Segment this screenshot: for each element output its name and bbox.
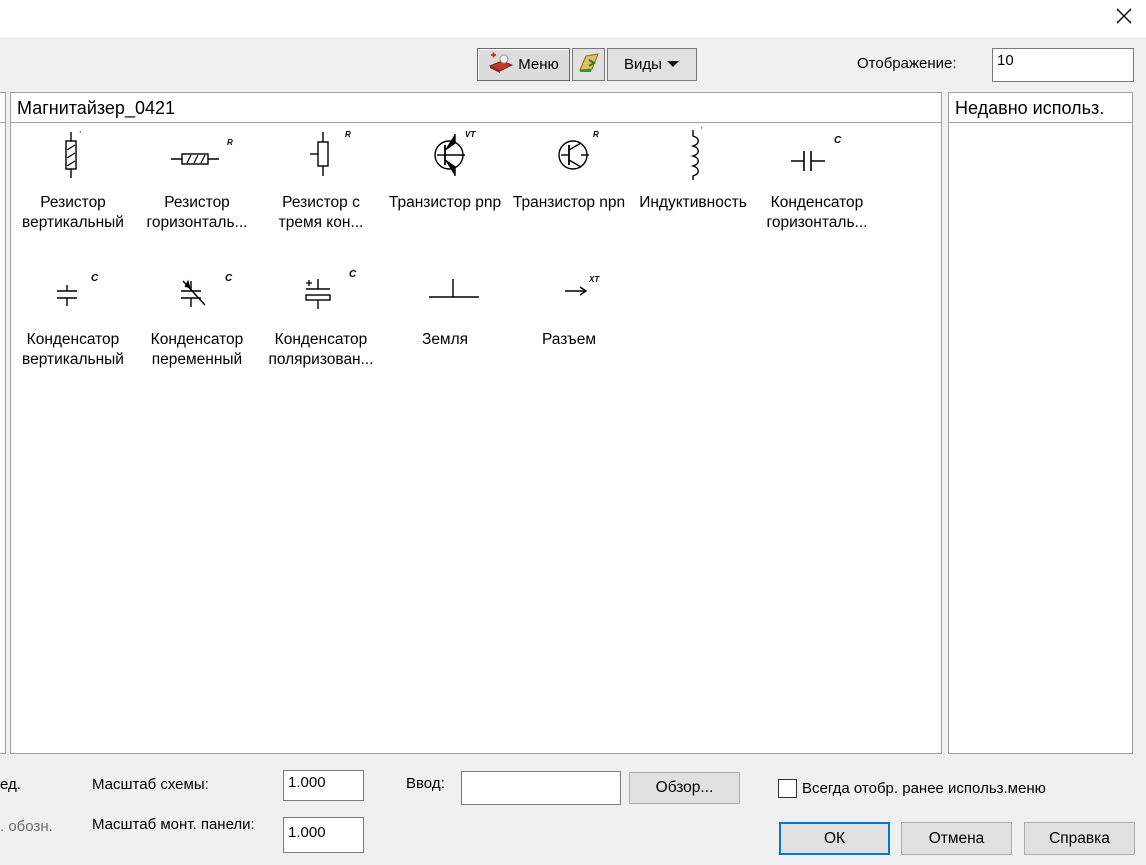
menu-button[interactable]: Меню xyxy=(477,48,570,81)
always-show-label: Всегда отобр. ранее использ.меню xyxy=(802,780,1046,797)
symbol-label: Резистор горизонталь... xyxy=(146,194,248,231)
scheme-scale-field[interactable]: 1.000 xyxy=(283,770,364,801)
symbol-transistor-npn[interactable]: R Транзистор npn xyxy=(507,128,631,258)
symbol-tag: R xyxy=(227,138,233,147)
input-label: Ввод: xyxy=(406,775,445,792)
symbol-label: Конденсатор переменный xyxy=(150,331,244,368)
resistor-vertical-icon xyxy=(65,132,77,178)
symbol-ground[interactable]: Земля xyxy=(383,265,507,395)
title-bar xyxy=(0,0,1146,37)
menu-icon xyxy=(488,51,514,79)
ground-icon xyxy=(429,279,479,298)
symbol-label: Конденсатор поляризован... xyxy=(268,331,374,368)
connector-arrow-icon xyxy=(565,286,588,296)
capacitor-horizontal-icon xyxy=(791,151,825,171)
symbol-tag: C xyxy=(349,269,357,280)
symbol-tag: ' xyxy=(79,130,81,139)
resistor-three-terminal-icon xyxy=(310,132,329,176)
symbol-label: Конденсатор горизонталь... xyxy=(766,194,868,231)
inductor-icon xyxy=(690,130,699,180)
ok-button[interactable]: ОК xyxy=(779,822,890,855)
panel-scale-field[interactable]: 1.000 xyxy=(283,817,364,853)
help-button[interactable]: Справка xyxy=(1024,822,1135,855)
panel-scale-label: Масштаб монт. панели: xyxy=(92,816,255,833)
transistor-pnp-icon xyxy=(434,134,465,176)
symbol-tag: ' xyxy=(701,126,703,135)
symbol-capacitor-vertical[interactable]: C Конденсатор вертикальный xyxy=(11,265,135,395)
symbol-label: Разъем xyxy=(541,331,596,348)
symbol-label: Резистор с тремя кон... xyxy=(278,194,364,231)
capacitor-vertical-icon xyxy=(57,285,77,306)
chevron-down-icon xyxy=(666,56,680,73)
symbol-connector[interactable]: XT Разъем xyxy=(507,265,631,395)
symbol-label: Транзистор pnp xyxy=(388,194,502,211)
book-icon xyxy=(577,51,601,79)
symbol-resistor-horizontal[interactable]: R Резистор горизонталь... xyxy=(135,128,259,258)
symbol-label: Конденсатор вертикальный xyxy=(22,331,124,368)
symbol-transistor-pnp[interactable]: VT Транзистор pnp xyxy=(383,128,507,258)
capacitor-variable-icon xyxy=(181,279,206,307)
always-show-checkbox[interactable] xyxy=(778,779,797,798)
recent-panel-title: Недавно использ. xyxy=(949,93,1132,123)
left-clipped-label-1: ед. xyxy=(0,776,21,793)
symbol-tag: XT xyxy=(589,275,600,284)
browse-button[interactable]: Обзор... xyxy=(629,772,740,804)
left-tree-panel[interactable] xyxy=(0,92,6,754)
left-clipped-label-2: . обозн. xyxy=(0,818,53,835)
input-field[interactable] xyxy=(461,771,621,805)
recent-panel: Недавно использ. xyxy=(948,92,1133,754)
scheme-scale-label: Масштаб схемы: xyxy=(92,776,209,793)
symbol-tag: C xyxy=(834,135,842,146)
symbol-tag: C xyxy=(225,273,233,284)
symbol-resistor-three-terminal[interactable]: R Резистор с тремя кон... xyxy=(259,128,383,258)
symbol-label: Резистор вертикальный xyxy=(22,194,124,231)
symbols-panel-title: Магнитайзер_0421 xyxy=(11,93,941,123)
close-icon[interactable] xyxy=(1112,4,1136,28)
symbol-capacitor-polarized[interactable]: C Конденсатор поляризован... xyxy=(259,265,383,395)
symbol-label: Индуктивность xyxy=(639,194,747,211)
book-button[interactable] xyxy=(572,48,605,81)
symbol-inductor[interactable]: ' Индуктивность xyxy=(631,126,755,258)
symbol-label: Транзистор npn xyxy=(512,194,626,211)
symbol-resistor-vertical[interactable]: ' Резистор вертикальный xyxy=(11,128,135,258)
symbol-label: Земля xyxy=(421,331,469,348)
menu-button-label: Меню xyxy=(518,56,559,73)
capacitor-polarized-icon xyxy=(305,279,331,309)
symbol-tag: VT xyxy=(465,130,476,139)
symbol-tag: R xyxy=(345,130,351,139)
symbol-capacitor-horizontal[interactable]: C Конденсатор горизонталь... xyxy=(755,128,879,258)
cancel-button[interactable]: Отмена xyxy=(901,822,1012,855)
views-dropdown[interactable]: Виды xyxy=(607,48,697,81)
symbol-capacitor-variable[interactable]: C Конденсатор переменный xyxy=(135,265,259,395)
symbol-tag: R xyxy=(593,130,599,139)
transistor-npn-icon xyxy=(558,140,589,170)
display-field[interactable]: 10 xyxy=(992,48,1134,82)
display-label: Отображение: xyxy=(857,55,957,72)
views-label: Виды xyxy=(624,56,662,73)
resistor-horizontal-icon xyxy=(171,153,219,165)
symbol-tag: C xyxy=(91,273,99,284)
symbols-panel: Магнитайзер_0421 ' Резистор вертикальный… xyxy=(10,92,942,754)
